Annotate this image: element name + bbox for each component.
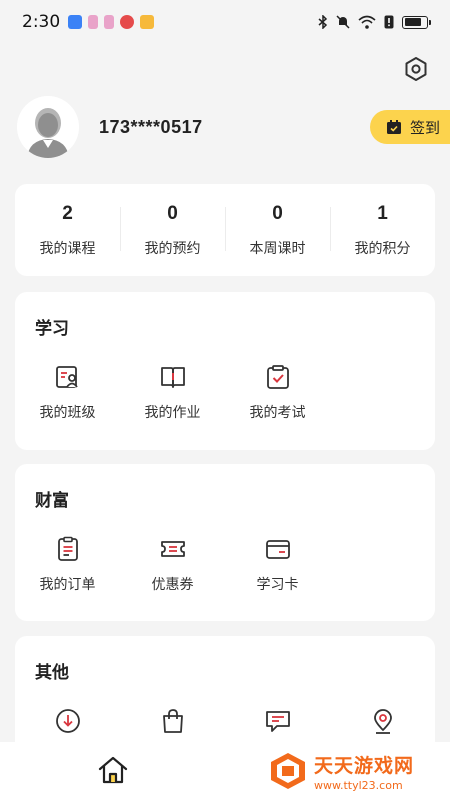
status-bar: 2:30 [0, 0, 450, 44]
menu-study-card[interactable]: 学习卡 [225, 536, 330, 594]
stat-label: 我的预约 [144, 240, 201, 257]
section-title: 学习 [35, 319, 69, 339]
calendar-check-icon [387, 120, 401, 134]
watermark-text: 天天游戏网 www.ttyl23.com [314, 751, 414, 792]
bottom-nav: 天天游戏网 www.ttyl23.com [0, 742, 450, 800]
menu-label: 我的考试 [249, 405, 306, 421]
home-tab-icon[interactable] [97, 754, 129, 786]
sim-alert-icon [384, 15, 394, 29]
menu-label: 我的作业 [144, 405, 201, 421]
watermark: 天天游戏网 www.ttyl23.com [248, 742, 450, 800]
stat-label: 我的积分 [354, 240, 411, 257]
notification-icons [68, 15, 155, 29]
stat-my-points[interactable]: 1 我的积分 [330, 203, 435, 258]
menu-my-homework[interactable]: 我的作业 [120, 364, 225, 422]
weibo-icon [120, 15, 135, 29]
class-icon [55, 366, 78, 388]
watermark-url: www.ttyl23.com [314, 778, 403, 792]
default-avatar-icon [17, 96, 79, 158]
menu-location[interactable] [330, 708, 435, 734]
section-title: 其他 [35, 663, 69, 683]
mute-bell-icon [336, 15, 350, 29]
yellow-app-icon [140, 15, 155, 29]
stat-my-appointments[interactable]: 0 我的预约 [120, 203, 225, 258]
menu-shop[interactable] [120, 708, 225, 734]
menu-my-exam[interactable]: 我的考试 [225, 364, 330, 422]
learning-section: 学习 我的班级 我的作业 我的考试 [15, 292, 435, 450]
bluetooth-icon [318, 15, 328, 29]
menu-label: 我的订单 [39, 577, 96, 593]
user-phone: 173****0517 [99, 117, 203, 137]
stat-label: 本周课时 [249, 240, 306, 257]
other-section: 其他 [15, 636, 435, 756]
menu-messages[interactable] [225, 708, 330, 734]
menu-downloads[interactable] [15, 708, 120, 734]
download-icon [55, 709, 80, 733]
watermark-title: 天天游戏网 [314, 754, 415, 777]
checkin-label: 签到 [410, 118, 441, 137]
pink-app-icon [88, 15, 99, 29]
menu-coupons[interactable]: 优惠券 [120, 536, 225, 594]
shield-app-icon [68, 15, 83, 29]
settings-icon[interactable] [403, 56, 429, 82]
wealth-section: 财富 我的订单 优惠券 学习卡 [15, 464, 435, 621]
bag-icon [162, 709, 183, 733]
stat-value: 1 [377, 202, 388, 224]
stat-my-courses[interactable]: 2 我的课程 [15, 203, 120, 258]
avatar[interactable] [17, 96, 79, 158]
menu-label: 学习卡 [256, 577, 299, 593]
status-time: 2:30 [22, 12, 61, 32]
coupon-icon [160, 541, 185, 557]
menu-label: 我的班级 [39, 405, 96, 421]
checkin-button[interactable]: 签到 [370, 110, 450, 144]
stat-value: 0 [167, 202, 178, 224]
stat-label: 我的课程 [39, 240, 96, 257]
message-icon [265, 711, 290, 732]
status-right [318, 15, 431, 29]
card-icon [265, 540, 290, 559]
watermark-logo-icon [271, 753, 305, 789]
order-icon [57, 536, 78, 561]
location-icon [373, 709, 392, 734]
battery-icon [402, 15, 431, 29]
stats-card: 2 我的课程 0 我的预约 0 本周课时 1 我的积分 [15, 184, 435, 276]
stat-value: 0 [272, 202, 283, 224]
menu-label: 优惠券 [151, 577, 194, 593]
profile-header: 173****0517 签到 [17, 96, 450, 160]
section-title: 财富 [35, 491, 69, 511]
stat-value: 2 [62, 202, 73, 224]
pink-app-icon-2 [104, 15, 115, 29]
wifi-icon [358, 15, 376, 29]
stat-weekly-hours[interactable]: 0 本周课时 [225, 203, 330, 258]
menu-my-class[interactable]: 我的班级 [15, 364, 120, 422]
exam-icon [266, 365, 289, 389]
battery-level [404, 18, 422, 26]
homework-icon [160, 367, 185, 388]
menu-my-orders[interactable]: 我的订单 [15, 536, 120, 594]
